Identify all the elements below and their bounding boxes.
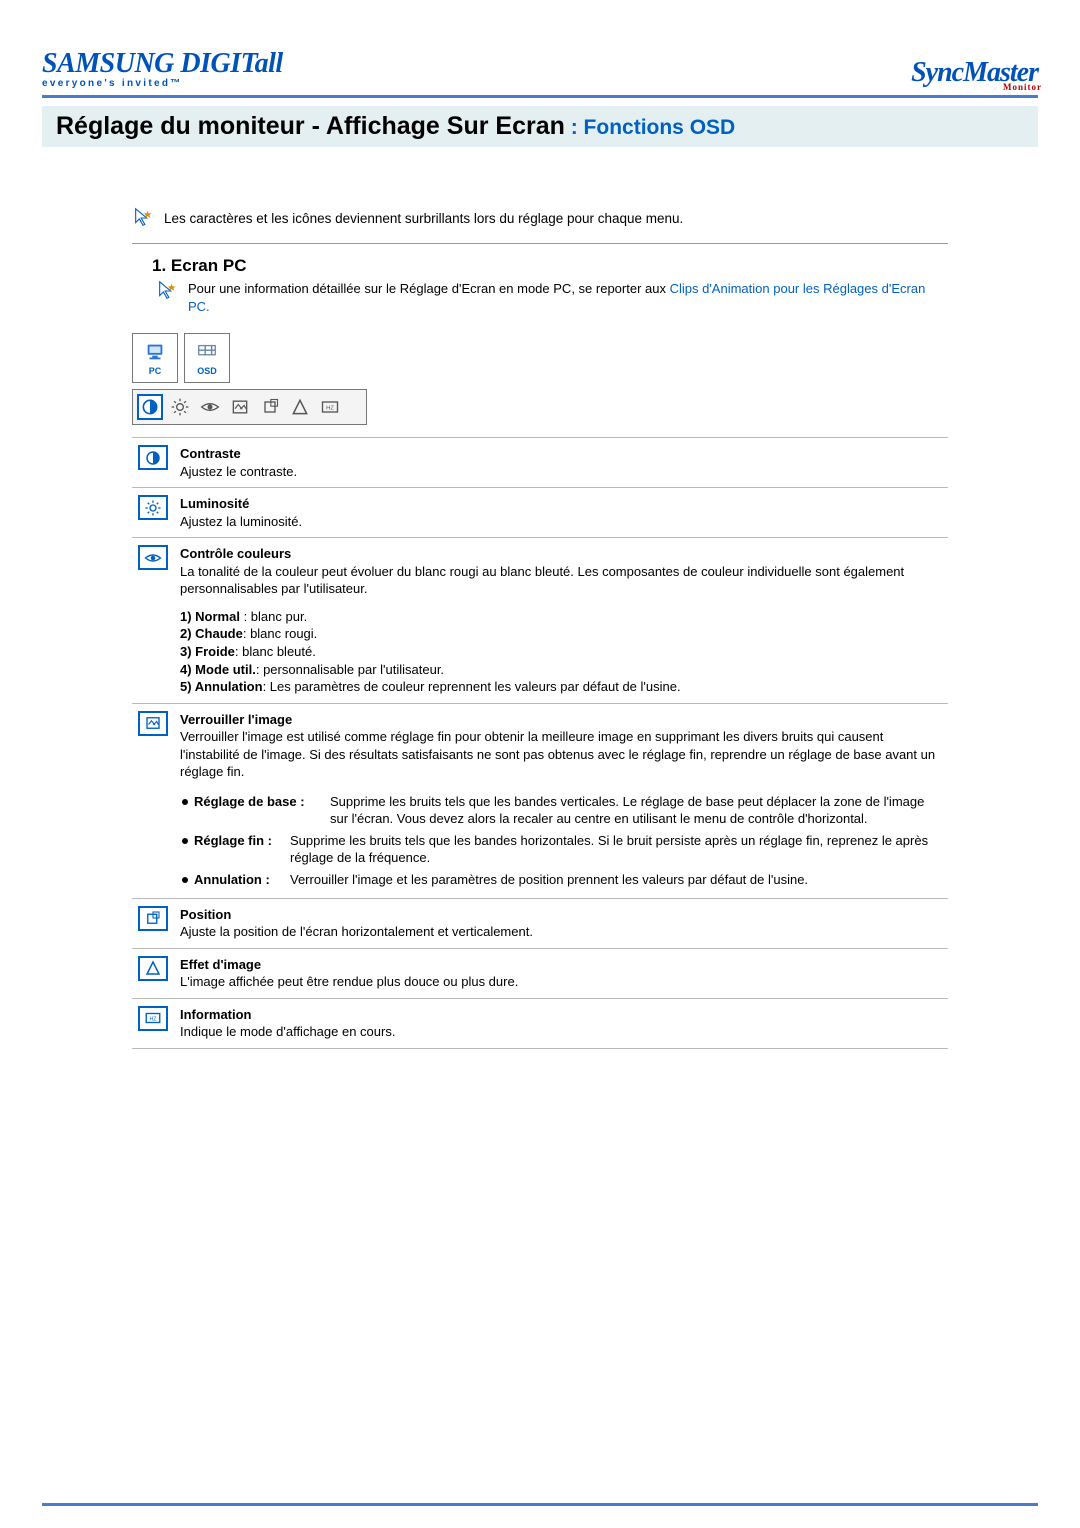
cursor-star-icon	[132, 207, 154, 229]
section-heading: 1. Ecran PC	[152, 256, 948, 276]
info-title: Information	[180, 1007, 252, 1022]
horizontal-rule-thin	[132, 243, 948, 244]
grid-icon	[196, 341, 218, 363]
contrast-icon	[140, 397, 160, 417]
eye-icon	[200, 397, 220, 417]
effect-desc: L'image affichée peut être rendue plus d…	[180, 974, 518, 989]
info-desc: Indique le mode d'affichage en cours.	[180, 1024, 395, 1039]
svg-text:HZ: HZ	[326, 406, 334, 412]
lock-desc: Verrouiller l'image est utilisé comme ré…	[180, 729, 935, 779]
tool-color[interactable]	[197, 394, 223, 420]
row-information: HZ Information Indique le mode d'affichag…	[132, 998, 948, 1048]
bullet-icon	[182, 799, 188, 805]
brightness-desc: Ajustez la luminosité.	[180, 514, 302, 529]
brand-syncmaster: SyncMaster Monitor	[911, 57, 1038, 89]
horizontal-rule-bottom	[42, 1503, 1038, 1506]
row-contrast: Contraste Ajustez le contraste.	[132, 438, 948, 488]
color-desc: La tonalité de la couleur peut évoluer d…	[180, 564, 904, 597]
header: SAMSUNG DIGITall everyone's invited™ Syn…	[42, 48, 1038, 89]
horizontal-rule-top	[42, 95, 1038, 98]
lock-title: Verrouiller l'image	[180, 712, 292, 727]
title-main: Réglage du moniteur - Affichage Sur Ecra…	[56, 112, 565, 140]
triangle-icon	[138, 956, 168, 981]
tab-osd-label: OSD	[197, 366, 217, 376]
row-image-lock: Verrouiller l'image Verrouiller l'image …	[132, 703, 948, 898]
brightness-title: Luminosité	[180, 496, 249, 511]
title-bar: Réglage du moniteur - Affichage Sur Ecra…	[42, 106, 1038, 147]
monitor-icon	[144, 341, 166, 363]
hz-icon: HZ	[138, 1006, 168, 1031]
tabs-row: PC OSD	[132, 333, 948, 383]
image-lock-icon	[138, 711, 168, 736]
image-lock-icon	[230, 397, 250, 417]
position-icon	[260, 397, 280, 417]
tool-effect[interactable]	[287, 394, 313, 420]
row-position: Position Ajuste la position de l'écran ho…	[132, 898, 948, 948]
hz-icon: HZ	[320, 397, 340, 417]
osd-toolbar: HZ	[132, 389, 367, 425]
effect-title: Effet d'image	[180, 957, 261, 972]
tool-image-lock[interactable]	[227, 394, 253, 420]
tab-osd[interactable]: OSD	[184, 333, 230, 383]
section-intro-text: Pour une information détaillée sur le Ré…	[188, 281, 670, 296]
contrast-icon	[138, 445, 168, 470]
title-sub: : Fonctions OSD	[565, 116, 735, 139]
tool-information[interactable]: HZ	[317, 394, 343, 420]
svg-text:HZ: HZ	[150, 1017, 158, 1023]
contrast-title: Contraste	[180, 446, 241, 461]
bullet-icon	[182, 838, 188, 844]
color-title: Contrôle couleurs	[180, 546, 291, 561]
position-desc: Ajuste la position de l'écran horizontal…	[180, 924, 533, 939]
tool-contrast[interactable]	[137, 394, 163, 420]
bullet-icon	[182, 877, 188, 883]
position-title: Position	[180, 907, 231, 922]
sun-icon	[170, 397, 190, 417]
brand-syncmaster-sub: Monitor	[1003, 82, 1042, 92]
section-intro: Pour une information détaillée sur le Ré…	[156, 280, 948, 315]
row-brightness: Luminosité Ajustez la luminosité.	[132, 488, 948, 538]
intro-text: Les caractères et les icônes deviennent …	[164, 211, 683, 226]
row-color: Contrôle couleurs La tonalité de la coul…	[132, 538, 948, 703]
cursor-star-icon	[156, 280, 178, 302]
contrast-desc: Ajustez le contraste.	[180, 464, 297, 479]
tab-pc-label: PC	[149, 366, 162, 376]
position-icon	[138, 906, 168, 931]
sun-icon	[138, 495, 168, 520]
brand-samsung: SAMSUNG DIGITall	[42, 48, 283, 80]
osd-definitions-table: Contraste Ajustez le contraste. Luminosit…	[132, 437, 948, 1049]
intro-row: Les caractères et les icônes deviennent …	[132, 207, 948, 229]
triangle-icon	[290, 397, 310, 417]
eye-icon	[138, 545, 168, 570]
tool-position[interactable]	[257, 394, 283, 420]
tab-pc[interactable]: PC	[132, 333, 178, 383]
row-effect: Effet d'image L'image affichée peut être …	[132, 948, 948, 998]
tool-brightness[interactable]	[167, 394, 193, 420]
